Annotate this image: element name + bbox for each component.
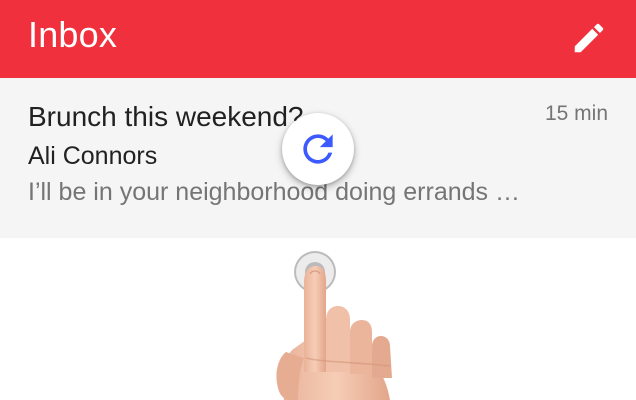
email-sender: Ali Connors [28,142,158,170]
refresh-icon [303,134,333,164]
app-bar: Inbox [0,0,636,78]
email-app: Inbox Brunch this weekend? 15 min Ali Co… [0,0,636,400]
email-snippet: I’ll be in your neighborhood doing erran… [28,178,520,206]
email-subject: Brunch this weekend? [28,101,304,132]
pull-to-refresh-indicator [282,113,354,185]
pointing-hand-icon [276,266,392,400]
page-title: Inbox [28,14,118,55]
compose-button[interactable] [566,15,612,61]
pencil-icon [574,23,604,53]
email-timestamp: 15 min [544,102,608,125]
